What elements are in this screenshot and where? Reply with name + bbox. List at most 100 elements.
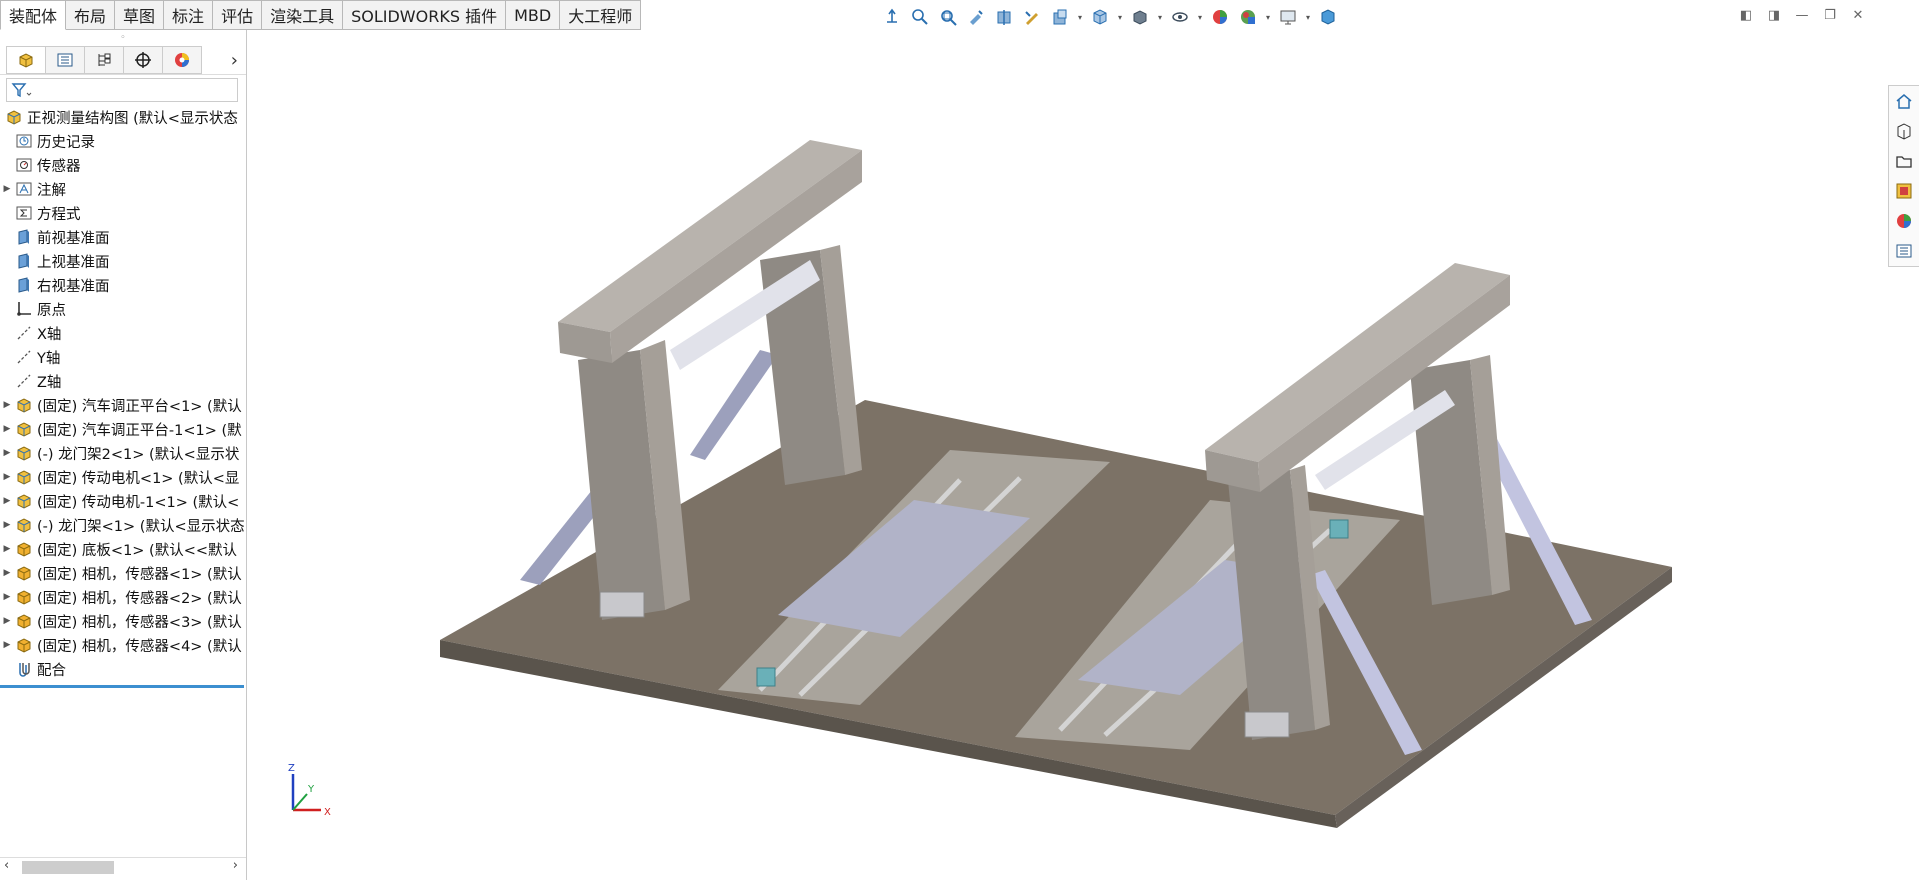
tree-item[interactable]: Y轴 [0,345,246,369]
dropdown-icon[interactable]: ▾ [1196,5,1204,29]
custom-properties-icon[interactable] [1889,236,1919,266]
tree-item[interactable]: X轴 [0,321,246,345]
assembly-icon [14,491,34,511]
graphics-area[interactable]: Z Y X [247,30,1919,880]
triad-z-label: Z [288,763,295,774]
section-view-icon[interactable] [992,5,1016,29]
property-manager-tab[interactable] [45,46,84,74]
tree-item[interactable]: ▶ 注解 [0,177,246,201]
tree-item[interactable]: ▶ (固定) 相机，传感器<4> (默认 [0,633,246,657]
zoom-to-area-icon[interactable] [936,5,960,29]
tree-item[interactable]: 原点 [0,297,246,321]
tab-engineer[interactable]: 大工程师 [560,0,642,30]
dropdown-icon[interactable]: ▾ [1156,5,1164,29]
tree-item[interactable]: 历史记录 [0,129,246,153]
expand-arrow-icon[interactable]: ▶ [0,544,14,554]
scrollbar-thumb[interactable] [22,861,114,874]
tree-item[interactable]: ▶ (固定) 传动电机<1> (默认<显 [0,465,246,489]
hide-show-items-icon[interactable] [1168,5,1192,29]
zoom-to-fit-icon[interactable] [908,5,932,29]
tree-item[interactable]: 上视基准面 [0,249,246,273]
dropdown-icon[interactable]: ▾ [1264,5,1272,29]
realview-cube-icon[interactable] [1316,5,1340,29]
dropdown-icon[interactable]: ▾ [1076,5,1084,29]
assembly-model[interactable] [247,30,1919,880]
expand-arrow-icon[interactable]: ▶ [0,496,14,506]
chevron-right-icon[interactable]: › [231,50,238,71]
pane-right-icon[interactable]: ◨ [1765,6,1783,24]
expand-arrow-icon[interactable]: ▶ [0,592,14,602]
feature-manager-tab[interactable] [6,46,45,74]
display-pane-icon[interactable] [1048,5,1072,29]
tree-item[interactable]: Z轴 [0,369,246,393]
file-explorer-icon[interactable] [1889,146,1919,176]
display-style-icon[interactable] [1128,5,1152,29]
scroll-right-icon[interactable]: › [233,858,238,873]
expand-arrow-icon[interactable]: ▶ [0,184,14,194]
design-library-icon[interactable] [1889,116,1919,146]
minimize-icon[interactable]: — [1793,6,1811,24]
horizontal-scrollbar[interactable]: ‹ › [0,857,246,876]
tree-item-label: (固定) 底板<1> (默认<<默认 [37,542,238,559]
tab-render-tools[interactable]: 渲染工具 [262,0,344,30]
tree-item-label: (固定) 相机，传感器<3> (默认 [37,614,242,631]
expand-arrow-icon[interactable]: ▶ [0,472,14,482]
previous-view-icon[interactable] [964,5,988,29]
tree-item[interactable]: 传感器 [0,153,246,177]
tree-item[interactable]: 前视基准面 [0,225,246,249]
tab-solidworks-addins[interactable]: SOLIDWORKS 插件 [343,0,507,30]
tree-item[interactable]: ▶ (-) 龙门架2<1> (默认<显示状 [0,441,246,465]
display-manager-tab[interactable] [162,46,202,74]
tree-item[interactable]: ▶ (固定) 相机，传感器<2> (默认 [0,585,246,609]
tree-item[interactable]: 右视基准面 [0,273,246,297]
tab-layout[interactable]: 布局 [66,0,116,30]
tree-item[interactable]: ▶ (固定) 传动电机-1<1> (默认< [0,489,246,513]
tab-assembly[interactable]: 装配体 [0,0,67,30]
tab-evaluate[interactable]: 评估 [213,0,263,30]
expand-arrow-icon[interactable]: ▶ [0,568,14,578]
tree-item[interactable]: ▶ (固定) 相机，传感器<3> (默认 [0,609,246,633]
tree-item-label: (固定) 相机，传感器<4> (默认 [37,638,242,655]
view-settings-icon[interactable] [1276,5,1300,29]
expand-arrow-icon[interactable]: ▶ [0,424,14,434]
tree-item[interactable]: 配合 [0,657,246,681]
dropdown-icon[interactable]: ▾ [1304,5,1312,29]
tab-mbd[interactable]: MBD [506,0,561,30]
tree-item[interactable]: 方程式 [0,201,246,225]
filter-icon[interactable] [11,81,33,99]
filter-input[interactable] [6,78,238,102]
tree-item-label: (固定) 相机，传感器<1> (默认 [37,566,242,583]
pane-left-icon[interactable]: ◧ [1737,6,1755,24]
home-icon[interactable] [1889,86,1919,116]
tree-item-label: 配合 [37,662,66,679]
tab-sketch[interactable]: 草图 [115,0,165,30]
tab-markup[interactable]: 标注 [164,0,214,30]
tree-item[interactable]: ▶ (固定) 相机，传感器<1> (默认 [0,561,246,585]
expand-arrow-icon[interactable]: ▶ [0,520,14,530]
tree-item[interactable]: ▶ (-) 龙门架<1> (默认<显示状态 [0,513,246,537]
panel-splitter-icon[interactable]: ◦ [0,30,246,46]
close-icon[interactable]: ✕ [1849,6,1867,24]
expand-arrow-icon[interactable]: ▶ [0,400,14,410]
apply-scene-icon[interactable] [1236,5,1260,29]
restore-icon[interactable]: ❐ [1821,6,1839,24]
view-orientation-icon[interactable] [1088,5,1112,29]
tree-item[interactable]: ▶ (固定) 底板<1> (默认<<默认 [0,537,246,561]
expand-arrow-icon[interactable]: ▶ [0,640,14,650]
tree-root[interactable]: 正视测量结构图 (默认<显示状态 [0,105,246,129]
dimxpert-manager-tab[interactable] [123,46,162,74]
appearances-icon[interactable] [1889,206,1919,236]
dropdown-icon[interactable]: ▾ [1116,5,1124,29]
edit-appearance-icon[interactable] [1208,5,1232,29]
expand-arrow-icon[interactable]: ▶ [0,448,14,458]
dynamic-annotation-icon[interactable] [1020,5,1044,29]
expand-arrow-icon[interactable]: ▶ [0,616,14,626]
tree-item[interactable]: ▶ (固定) 汽车调正平台-1<1> (默 [0,417,246,441]
view-palette-icon[interactable] [1889,176,1919,206]
configuration-manager-tab[interactable] [84,46,123,74]
tree-item-label: 前视基准面 [37,230,110,247]
scroll-left-icon[interactable]: ‹ [4,858,9,873]
tree-item[interactable]: ▶ (固定) 汽车调正平台<1> (默认 [0,393,246,417]
rollback-bar[interactable] [0,685,244,688]
view-orientation-pin-icon[interactable] [880,5,904,29]
